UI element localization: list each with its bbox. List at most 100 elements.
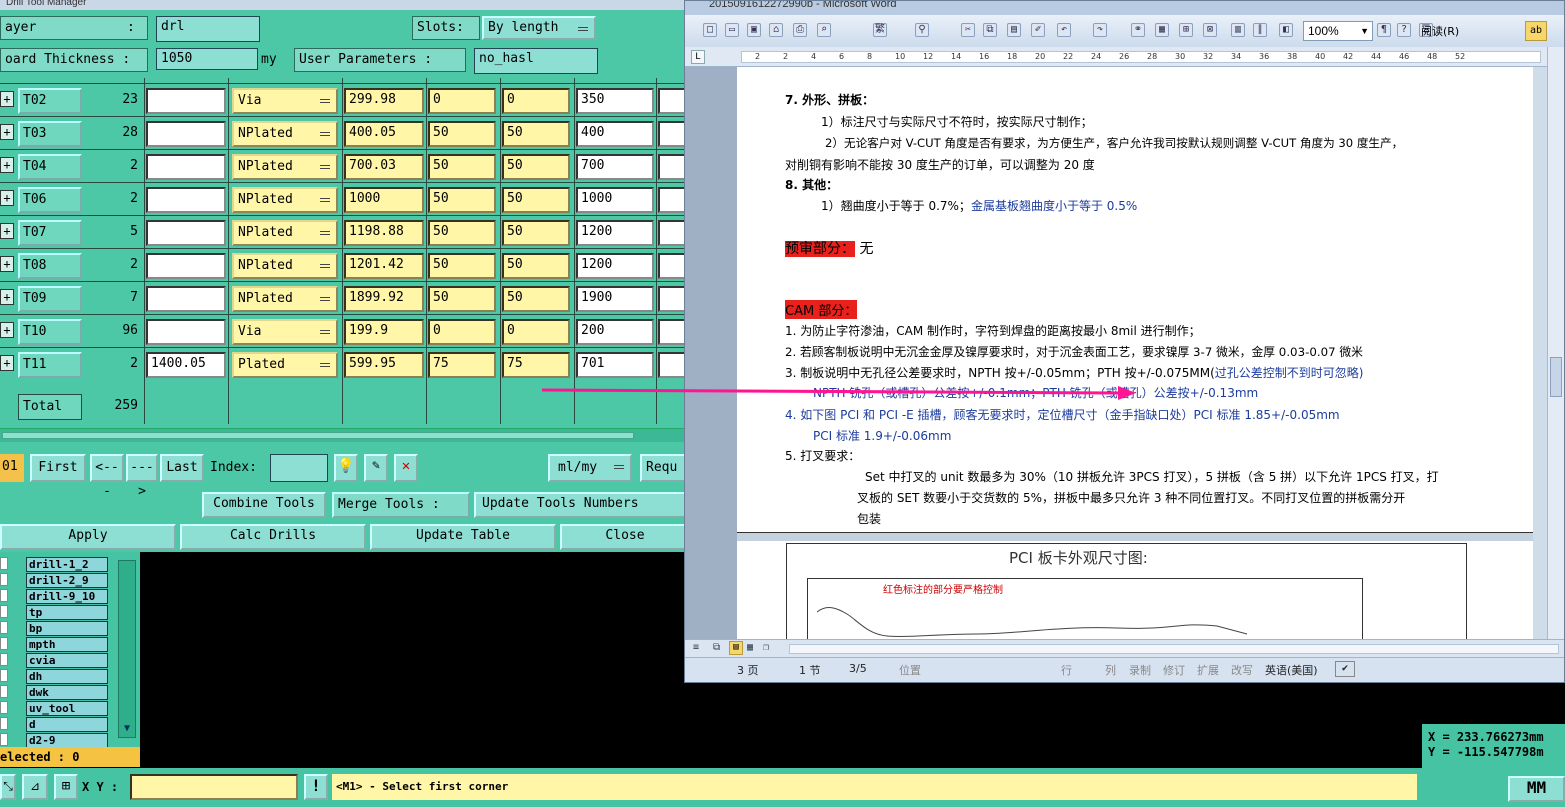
columns-icon[interactable]: ▥ xyxy=(1231,23,1245,37)
show-hide-icon[interactable]: ¶ xyxy=(1377,23,1391,37)
copy-icon[interactable]: ⧉ xyxy=(983,23,997,37)
tool-id[interactable]: T11 xyxy=(18,352,82,378)
hole-type-dropdown[interactable]: NPlated xyxy=(232,154,338,180)
finish-size-input[interactable] xyxy=(146,253,226,279)
hole-type-dropdown[interactable]: Via xyxy=(232,319,338,345)
tol-minus-input[interactable]: 0 xyxy=(502,88,570,114)
finish-size-input[interactable] xyxy=(146,187,226,213)
outline-view-icon[interactable]: ▦ xyxy=(747,642,753,653)
drill-size-input[interactable]: 400.05 xyxy=(344,121,424,147)
tool-id[interactable]: T09 xyxy=(18,286,82,312)
edit-icon[interactable]: ✎ xyxy=(364,454,388,482)
tol-minus-input[interactable]: 50 xyxy=(502,121,570,147)
slots-dropdown[interactable]: By length xyxy=(482,16,596,40)
layer-checkbox[interactable] xyxy=(0,557,8,570)
tol-plus-input[interactable]: 0 xyxy=(428,88,496,114)
tol-plus-input[interactable]: 0 xyxy=(428,319,496,345)
excel-icon[interactable]: ⊠ xyxy=(1203,23,1217,37)
format-painter-icon[interactable]: ✐ xyxy=(1031,23,1045,37)
drill-size-input[interactable]: 299.98 xyxy=(344,88,424,114)
hyperlink-icon[interactable]: ⚭ xyxy=(1131,23,1145,37)
hole-type-dropdown[interactable]: NPlated xyxy=(232,187,338,213)
combine-tools-button[interactable]: Combine Tools xyxy=(202,492,326,518)
requ-button[interactable]: Requ xyxy=(640,454,684,482)
extra-input[interactable] xyxy=(658,220,684,246)
word-horizontal-scrollbar[interactable] xyxy=(789,644,1559,654)
tol-minus-input[interactable]: 75 xyxy=(502,352,570,378)
tool-size-input[interactable]: 200 xyxy=(576,319,654,345)
tool-id[interactable]: T02 xyxy=(18,88,82,114)
measure-icon[interactable]: ⊿ xyxy=(22,774,48,800)
user-parameters-input[interactable]: no_hasl xyxy=(474,48,598,74)
tool-size-input[interactable]: 1000 xyxy=(576,187,654,213)
tables-icon[interactable]: ▦ xyxy=(1155,23,1169,37)
tol-plus-input[interactable]: 50 xyxy=(428,121,496,147)
finish-size-input[interactable] xyxy=(146,88,226,114)
tol-plus-input[interactable]: 50 xyxy=(428,154,496,180)
spelling-icon[interactable]: ab xyxy=(1525,21,1547,41)
status-revision[interactable]: 修订 xyxy=(1163,662,1185,678)
tool-id[interactable]: T08 xyxy=(18,253,82,279)
status-record[interactable]: 录制 xyxy=(1129,662,1151,678)
scroll-thumb[interactable] xyxy=(1550,357,1562,397)
prev-button[interactable]: <--- xyxy=(90,454,124,499)
tool-size-input[interactable]: 701 xyxy=(576,352,654,378)
horizontal-scrollbar[interactable] xyxy=(0,428,684,442)
zoom-select[interactable]: 100% ▼ xyxy=(1303,21,1373,41)
apply-button[interactable]: Apply xyxy=(0,524,176,550)
print-preview-icon[interactable]: ⌕ xyxy=(817,23,831,37)
research-icon[interactable]: ⚲ xyxy=(915,23,929,37)
expand-icon[interactable]: + xyxy=(0,322,14,338)
layer-checkbox[interactable] xyxy=(0,621,8,634)
status-language[interactable]: 英语(美国) xyxy=(1265,662,1318,678)
expand-icon[interactable]: + xyxy=(0,355,14,371)
undo-icon[interactable]: ↶ xyxy=(1057,23,1071,37)
next-button[interactable]: ---> xyxy=(126,454,158,499)
layer-checkbox[interactable] xyxy=(0,653,8,666)
extra-input[interactable] xyxy=(658,88,684,114)
index-input[interactable] xyxy=(270,454,328,482)
tol-plus-input[interactable]: 50 xyxy=(428,286,496,312)
bulb-icon[interactable]: 💡 xyxy=(334,454,358,482)
layer-input[interactable]: drl xyxy=(156,16,260,42)
tol-minus-input[interactable]: 50 xyxy=(502,253,570,279)
drill-size-input[interactable]: 1000 xyxy=(344,187,424,213)
layer-checkbox[interactable] xyxy=(0,669,8,682)
layer-checkbox[interactable] xyxy=(0,573,8,586)
expand-icon[interactable]: + xyxy=(0,256,14,272)
layer-item[interactable]: d2-9 xyxy=(26,733,108,748)
web-view-icon[interactable]: ⧉ xyxy=(713,642,720,653)
layer-item[interactable]: dwk xyxy=(26,685,108,700)
cut-icon[interactable]: ✂ xyxy=(961,23,975,37)
tool-size-input[interactable]: 700 xyxy=(576,154,654,180)
tol-minus-input[interactable]: 50 xyxy=(502,154,570,180)
drill-size-input[interactable]: 599.95 xyxy=(344,352,424,378)
reading-view-icon[interactable]: ❐ xyxy=(763,642,769,653)
tol-plus-input[interactable]: 50 xyxy=(428,253,496,279)
tol-plus-input[interactable]: 50 xyxy=(428,187,496,213)
extra-input[interactable] xyxy=(658,187,684,213)
print-icon[interactable]: ⎙ xyxy=(793,23,807,37)
finish-size-input[interactable] xyxy=(146,121,226,147)
layer-item[interactable]: bp xyxy=(26,621,108,636)
alert-icon[interactable]: ! xyxy=(304,774,328,800)
first-button[interactable]: First xyxy=(30,454,86,482)
layer-item[interactable]: tp xyxy=(26,605,108,620)
finish-size-input[interactable] xyxy=(146,319,226,345)
tool-size-input[interactable]: 400 xyxy=(576,121,654,147)
extra-input[interactable] xyxy=(658,253,684,279)
hole-type-dropdown[interactable]: NPlated xyxy=(232,220,338,246)
redo-icon[interactable]: ↷ xyxy=(1093,23,1107,37)
tool-id[interactable]: T03 xyxy=(18,121,82,147)
extra-input[interactable] xyxy=(658,121,684,147)
extra-input[interactable] xyxy=(658,286,684,312)
finish-size-input[interactable] xyxy=(146,286,226,312)
zoom-icon[interactable]: ⤡ xyxy=(0,774,16,800)
word-vertical-scrollbar[interactable] xyxy=(1547,47,1564,639)
tol-minus-input[interactable]: 50 xyxy=(502,220,570,246)
layer-item[interactable]: cvia xyxy=(26,653,108,668)
update-tools-numbers-dropdown[interactable]: Update Tools Numbers xyxy=(474,492,684,518)
new-document-icon[interactable]: □ xyxy=(703,23,717,37)
finish-size-input[interactable] xyxy=(146,220,226,246)
tool-size-input[interactable]: 1200 xyxy=(576,220,654,246)
